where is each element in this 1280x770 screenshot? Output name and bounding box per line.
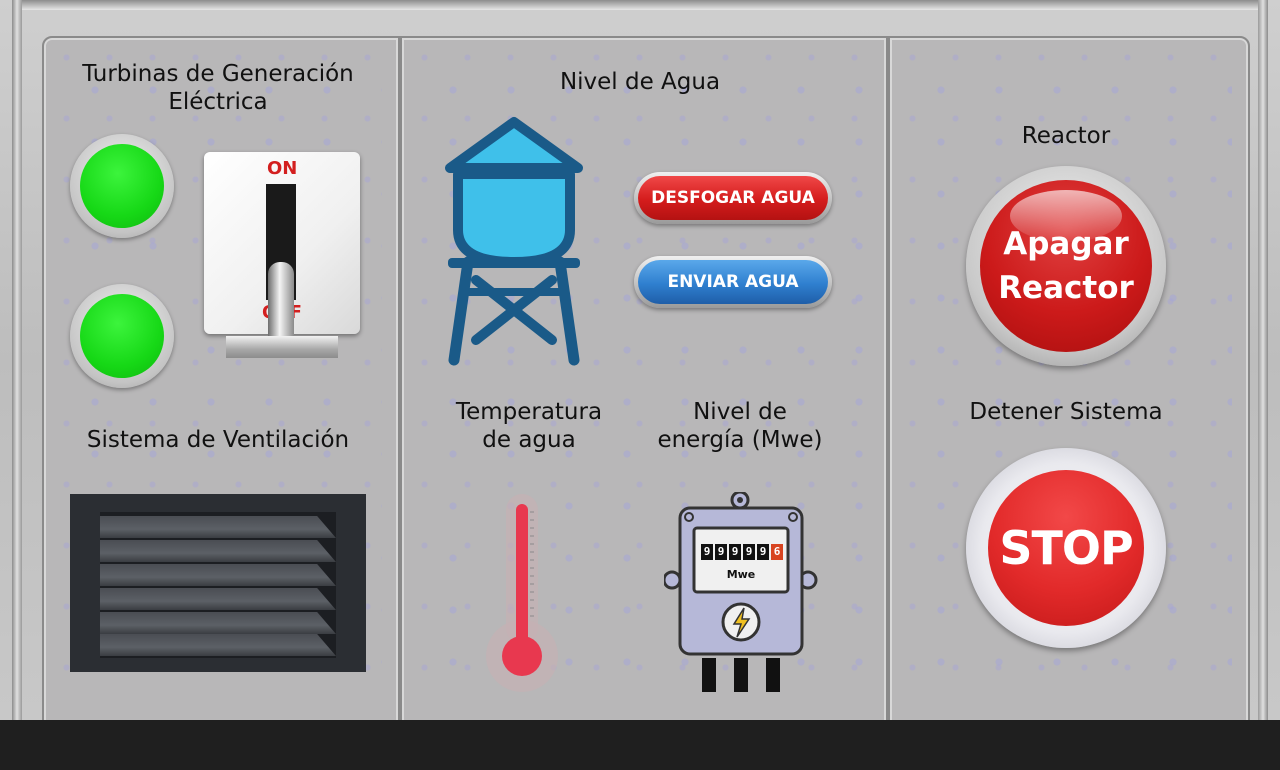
counter-digit: 9 xyxy=(701,544,713,560)
counter-digit: 9 xyxy=(743,544,755,560)
vent-louver xyxy=(100,564,336,586)
energy-unit-label: Mwe xyxy=(726,568,756,581)
turbine-1-indicator-lamp xyxy=(70,134,174,238)
frame-left-edge xyxy=(12,0,22,720)
vent-louver xyxy=(100,540,336,562)
energy-level-title: Nivel de energía (Mwe) xyxy=(657,399,823,453)
shutdown-reactor-button[interactable]: Apagar Reactor xyxy=(966,166,1166,366)
counter-digit: 9 xyxy=(757,544,769,560)
energy-meter: 999996 Mwe xyxy=(664,492,820,692)
frame-top-edge xyxy=(12,0,1268,10)
bottom-bar xyxy=(0,720,1280,770)
send-water-button[interactable]: ENVIAR AGUA xyxy=(634,256,832,308)
counter-digit: 9 xyxy=(715,544,727,560)
stop-system-title: Detener Sistema xyxy=(969,399,1163,425)
switch-on-label: ON xyxy=(267,158,298,179)
vent-louver xyxy=(100,612,336,634)
water-tower-icon xyxy=(445,117,583,366)
reactor-title: Reactor xyxy=(1021,123,1111,149)
drain-water-button[interactable]: DESFOGAR AGUA xyxy=(634,172,832,224)
energy-meter-body xyxy=(664,492,818,692)
stop-button-label: STOP xyxy=(988,470,1144,626)
water-level-title: Nivel de Agua xyxy=(559,69,721,95)
shutdown-reactor-label-line2: Reactor xyxy=(998,270,1134,306)
turbine-2-indicator-lamp xyxy=(70,284,174,388)
vent-louver xyxy=(100,588,336,610)
vent-louver xyxy=(100,516,336,538)
counter-digit: 9 xyxy=(729,544,741,560)
ventilation-title: Sistema de Ventilación xyxy=(86,427,350,453)
switch-lever-handle[interactable] xyxy=(268,262,294,346)
counter-digit-last: 6 xyxy=(771,544,783,560)
turbines-title: Turbinas de Generación Eléctrica xyxy=(82,61,354,115)
send-water-label: ENVIAR AGUA xyxy=(638,260,828,304)
stop-system-button[interactable]: STOP xyxy=(966,448,1166,648)
temperature-title: Temperatura de agua xyxy=(455,399,603,453)
energy-counter-display: 999996 xyxy=(701,542,785,560)
frame-right-edge xyxy=(1258,0,1268,720)
switch-lever-base xyxy=(226,336,338,358)
vent-louver xyxy=(100,634,336,656)
button-gloss xyxy=(1010,190,1122,242)
drain-water-label: DESFOGAR AGUA xyxy=(638,176,828,220)
thermometer-icon xyxy=(486,494,558,692)
